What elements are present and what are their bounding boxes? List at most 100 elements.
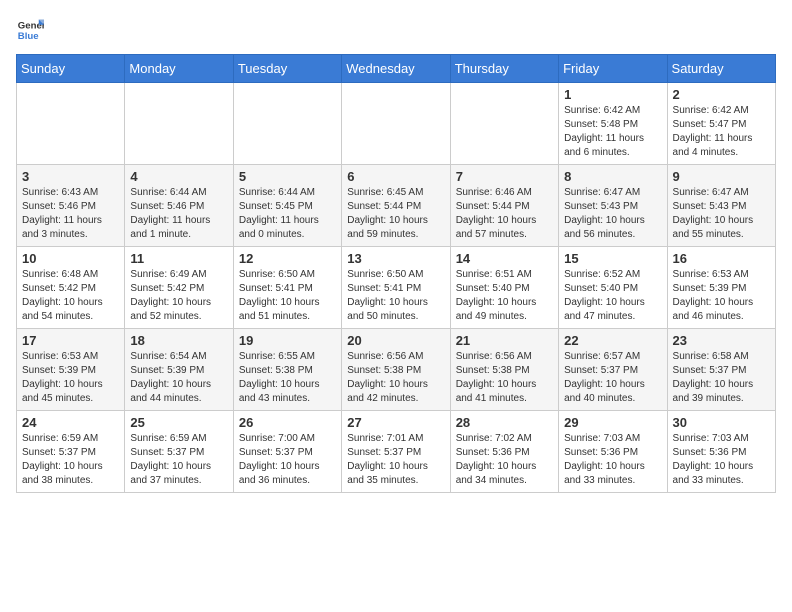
day-info: Sunrise: 6:42 AM Sunset: 5:47 PM Dayligh… <box>673 104 770 160</box>
table-row: 26 Sunrise: 7:00 AM Sunset: 5:37 PM Dayli… <box>233 411 341 493</box>
day-info: Sunrise: 6:49 AM Sunset: 5:42 PM Dayligh… <box>130 268 227 324</box>
day-number: 18 <box>130 333 227 348</box>
page-header: General Blue <box>16 16 776 44</box>
day-info: Sunrise: 6:57 AM Sunset: 5:37 PM Dayligh… <box>564 350 661 406</box>
table-row: 23 Sunrise: 6:58 AM Sunset: 5:37 PM Dayli… <box>667 329 775 411</box>
day-info: Sunrise: 7:03 AM Sunset: 5:36 PM Dayligh… <box>564 432 661 488</box>
day-info: Sunrise: 6:44 AM Sunset: 5:45 PM Dayligh… <box>239 186 336 242</box>
table-row: 7 Sunrise: 6:46 AM Sunset: 5:44 PM Daylig… <box>450 165 558 247</box>
day-info: Sunrise: 6:51 AM Sunset: 5:40 PM Dayligh… <box>456 268 553 324</box>
day-number: 27 <box>347 415 444 430</box>
day-info: Sunrise: 6:50 AM Sunset: 5:41 PM Dayligh… <box>347 268 444 324</box>
table-row <box>233 83 341 165</box>
day-info: Sunrise: 7:03 AM Sunset: 5:36 PM Dayligh… <box>673 432 770 488</box>
day-number: 1 <box>564 87 661 102</box>
table-row: 18 Sunrise: 6:54 AM Sunset: 5:39 PM Dayli… <box>125 329 233 411</box>
day-number: 8 <box>564 169 661 184</box>
table-row: 28 Sunrise: 7:02 AM Sunset: 5:36 PM Dayli… <box>450 411 558 493</box>
day-number: 11 <box>130 251 227 266</box>
day-number: 16 <box>673 251 770 266</box>
day-info: Sunrise: 6:44 AM Sunset: 5:46 PM Dayligh… <box>130 186 227 242</box>
day-number: 6 <box>347 169 444 184</box>
table-row: 13 Sunrise: 6:50 AM Sunset: 5:41 PM Dayli… <box>342 247 450 329</box>
day-number: 24 <box>22 415 119 430</box>
table-row <box>17 83 125 165</box>
day-number: 4 <box>130 169 227 184</box>
day-number: 14 <box>456 251 553 266</box>
logo: General Blue <box>16 16 48 44</box>
svg-text:Blue: Blue <box>18 31 39 42</box>
table-row <box>342 83 450 165</box>
day-info: Sunrise: 7:02 AM Sunset: 5:36 PM Dayligh… <box>456 432 553 488</box>
day-number: 29 <box>564 415 661 430</box>
calendar-week-row: 3 Sunrise: 6:43 AM Sunset: 5:46 PM Daylig… <box>17 165 776 247</box>
day-number: 17 <box>22 333 119 348</box>
table-row: 10 Sunrise: 6:48 AM Sunset: 5:42 PM Dayli… <box>17 247 125 329</box>
table-row: 5 Sunrise: 6:44 AM Sunset: 5:45 PM Daylig… <box>233 165 341 247</box>
day-info: Sunrise: 6:47 AM Sunset: 5:43 PM Dayligh… <box>673 186 770 242</box>
weekday-thursday: Thursday <box>450 55 558 83</box>
table-row: 30 Sunrise: 7:03 AM Sunset: 5:36 PM Dayli… <box>667 411 775 493</box>
weekday-header-row: SundayMondayTuesdayWednesdayThursdayFrid… <box>17 55 776 83</box>
table-row: 27 Sunrise: 7:01 AM Sunset: 5:37 PM Dayli… <box>342 411 450 493</box>
table-row: 29 Sunrise: 7:03 AM Sunset: 5:36 PM Dayli… <box>559 411 667 493</box>
weekday-friday: Friday <box>559 55 667 83</box>
day-number: 30 <box>673 415 770 430</box>
day-info: Sunrise: 6:52 AM Sunset: 5:40 PM Dayligh… <box>564 268 661 324</box>
day-number: 15 <box>564 251 661 266</box>
table-row: 25Sunrise: 6:59 AM Sunset: 5:37 PM Dayli… <box>125 411 233 493</box>
day-info: Sunrise: 6:53 AM Sunset: 5:39 PM Dayligh… <box>22 350 119 406</box>
day-number: 21 <box>456 333 553 348</box>
table-row: 14 Sunrise: 6:51 AM Sunset: 5:40 PM Dayli… <box>450 247 558 329</box>
day-info: Sunrise: 6:50 AM Sunset: 5:41 PM Dayligh… <box>239 268 336 324</box>
table-row: 2 Sunrise: 6:42 AM Sunset: 5:47 PM Daylig… <box>667 83 775 165</box>
table-row: 9Sunrise: 6:47 AM Sunset: 5:43 PM Daylig… <box>667 165 775 247</box>
table-row: 11 Sunrise: 6:49 AM Sunset: 5:42 PM Dayli… <box>125 247 233 329</box>
table-row: 24 Sunrise: 6:59 AM Sunset: 5:37 PM Dayli… <box>17 411 125 493</box>
day-info: Sunrise: 6:48 AM Sunset: 5:42 PM Dayligh… <box>22 268 119 324</box>
day-info: Sunrise: 6:47 AM Sunset: 5:43 PM Dayligh… <box>564 186 661 242</box>
day-number: 3 <box>22 169 119 184</box>
table-row <box>450 83 558 165</box>
day-info: Sunrise: 6:53 AM Sunset: 5:39 PM Dayligh… <box>673 268 770 324</box>
day-info: Sunrise: 6:45 AM Sunset: 5:44 PM Dayligh… <box>347 186 444 242</box>
table-row: 19 Sunrise: 6:55 AM Sunset: 5:38 PM Dayli… <box>233 329 341 411</box>
table-row: 15 Sunrise: 6:52 AM Sunset: 5:40 PM Dayli… <box>559 247 667 329</box>
day-number: 2 <box>673 87 770 102</box>
table-row: 3 Sunrise: 6:43 AM Sunset: 5:46 PM Daylig… <box>17 165 125 247</box>
calendar-week-row: 1Sunrise: 6:42 AM Sunset: 5:48 PM Daylig… <box>17 83 776 165</box>
day-info: Sunrise: 6:56 AM Sunset: 5:38 PM Dayligh… <box>456 350 553 406</box>
weekday-tuesday: Tuesday <box>233 55 341 83</box>
day-number: 10 <box>22 251 119 266</box>
day-info: Sunrise: 7:01 AM Sunset: 5:37 PM Dayligh… <box>347 432 444 488</box>
day-number: 7 <box>456 169 553 184</box>
calendar-week-row: 24 Sunrise: 6:59 AM Sunset: 5:37 PM Dayli… <box>17 411 776 493</box>
day-info: Sunrise: 6:59 AM Sunset: 5:37 PM Dayligh… <box>22 432 119 488</box>
day-info: Sunrise: 6:56 AM Sunset: 5:38 PM Dayligh… <box>347 350 444 406</box>
day-number: 12 <box>239 251 336 266</box>
day-number: 13 <box>347 251 444 266</box>
calendar-table: SundayMondayTuesdayWednesdayThursdayFrid… <box>16 54 776 493</box>
day-number: 26 <box>239 415 336 430</box>
day-info: Sunrise: 6:43 AM Sunset: 5:46 PM Dayligh… <box>22 186 119 242</box>
weekday-monday: Monday <box>125 55 233 83</box>
day-number: 23 <box>673 333 770 348</box>
day-info: Sunrise: 6:55 AM Sunset: 5:38 PM Dayligh… <box>239 350 336 406</box>
table-row: 16 Sunrise: 6:53 AM Sunset: 5:39 PM Dayli… <box>667 247 775 329</box>
day-info: Sunrise: 6:46 AM Sunset: 5:44 PM Dayligh… <box>456 186 553 242</box>
weekday-wednesday: Wednesday <box>342 55 450 83</box>
weekday-saturday: Saturday <box>667 55 775 83</box>
day-number: 28 <box>456 415 553 430</box>
day-info: Sunrise: 7:00 AM Sunset: 5:37 PM Dayligh… <box>239 432 336 488</box>
calendar-week-row: 10 Sunrise: 6:48 AM Sunset: 5:42 PM Dayli… <box>17 247 776 329</box>
table-row: 12 Sunrise: 6:50 AM Sunset: 5:41 PM Dayli… <box>233 247 341 329</box>
day-info: Sunrise: 6:58 AM Sunset: 5:37 PM Dayligh… <box>673 350 770 406</box>
table-row: 1Sunrise: 6:42 AM Sunset: 5:48 PM Daylig… <box>559 83 667 165</box>
day-number: 19 <box>239 333 336 348</box>
table-row: 4 Sunrise: 6:44 AM Sunset: 5:46 PM Daylig… <box>125 165 233 247</box>
logo-icon: General Blue <box>16 16 44 44</box>
table-row: 20Sunrise: 6:56 AM Sunset: 5:38 PM Dayli… <box>342 329 450 411</box>
day-info: Sunrise: 6:54 AM Sunset: 5:39 PM Dayligh… <box>130 350 227 406</box>
table-row: 6 Sunrise: 6:45 AM Sunset: 5:44 PM Daylig… <box>342 165 450 247</box>
day-number: 5 <box>239 169 336 184</box>
